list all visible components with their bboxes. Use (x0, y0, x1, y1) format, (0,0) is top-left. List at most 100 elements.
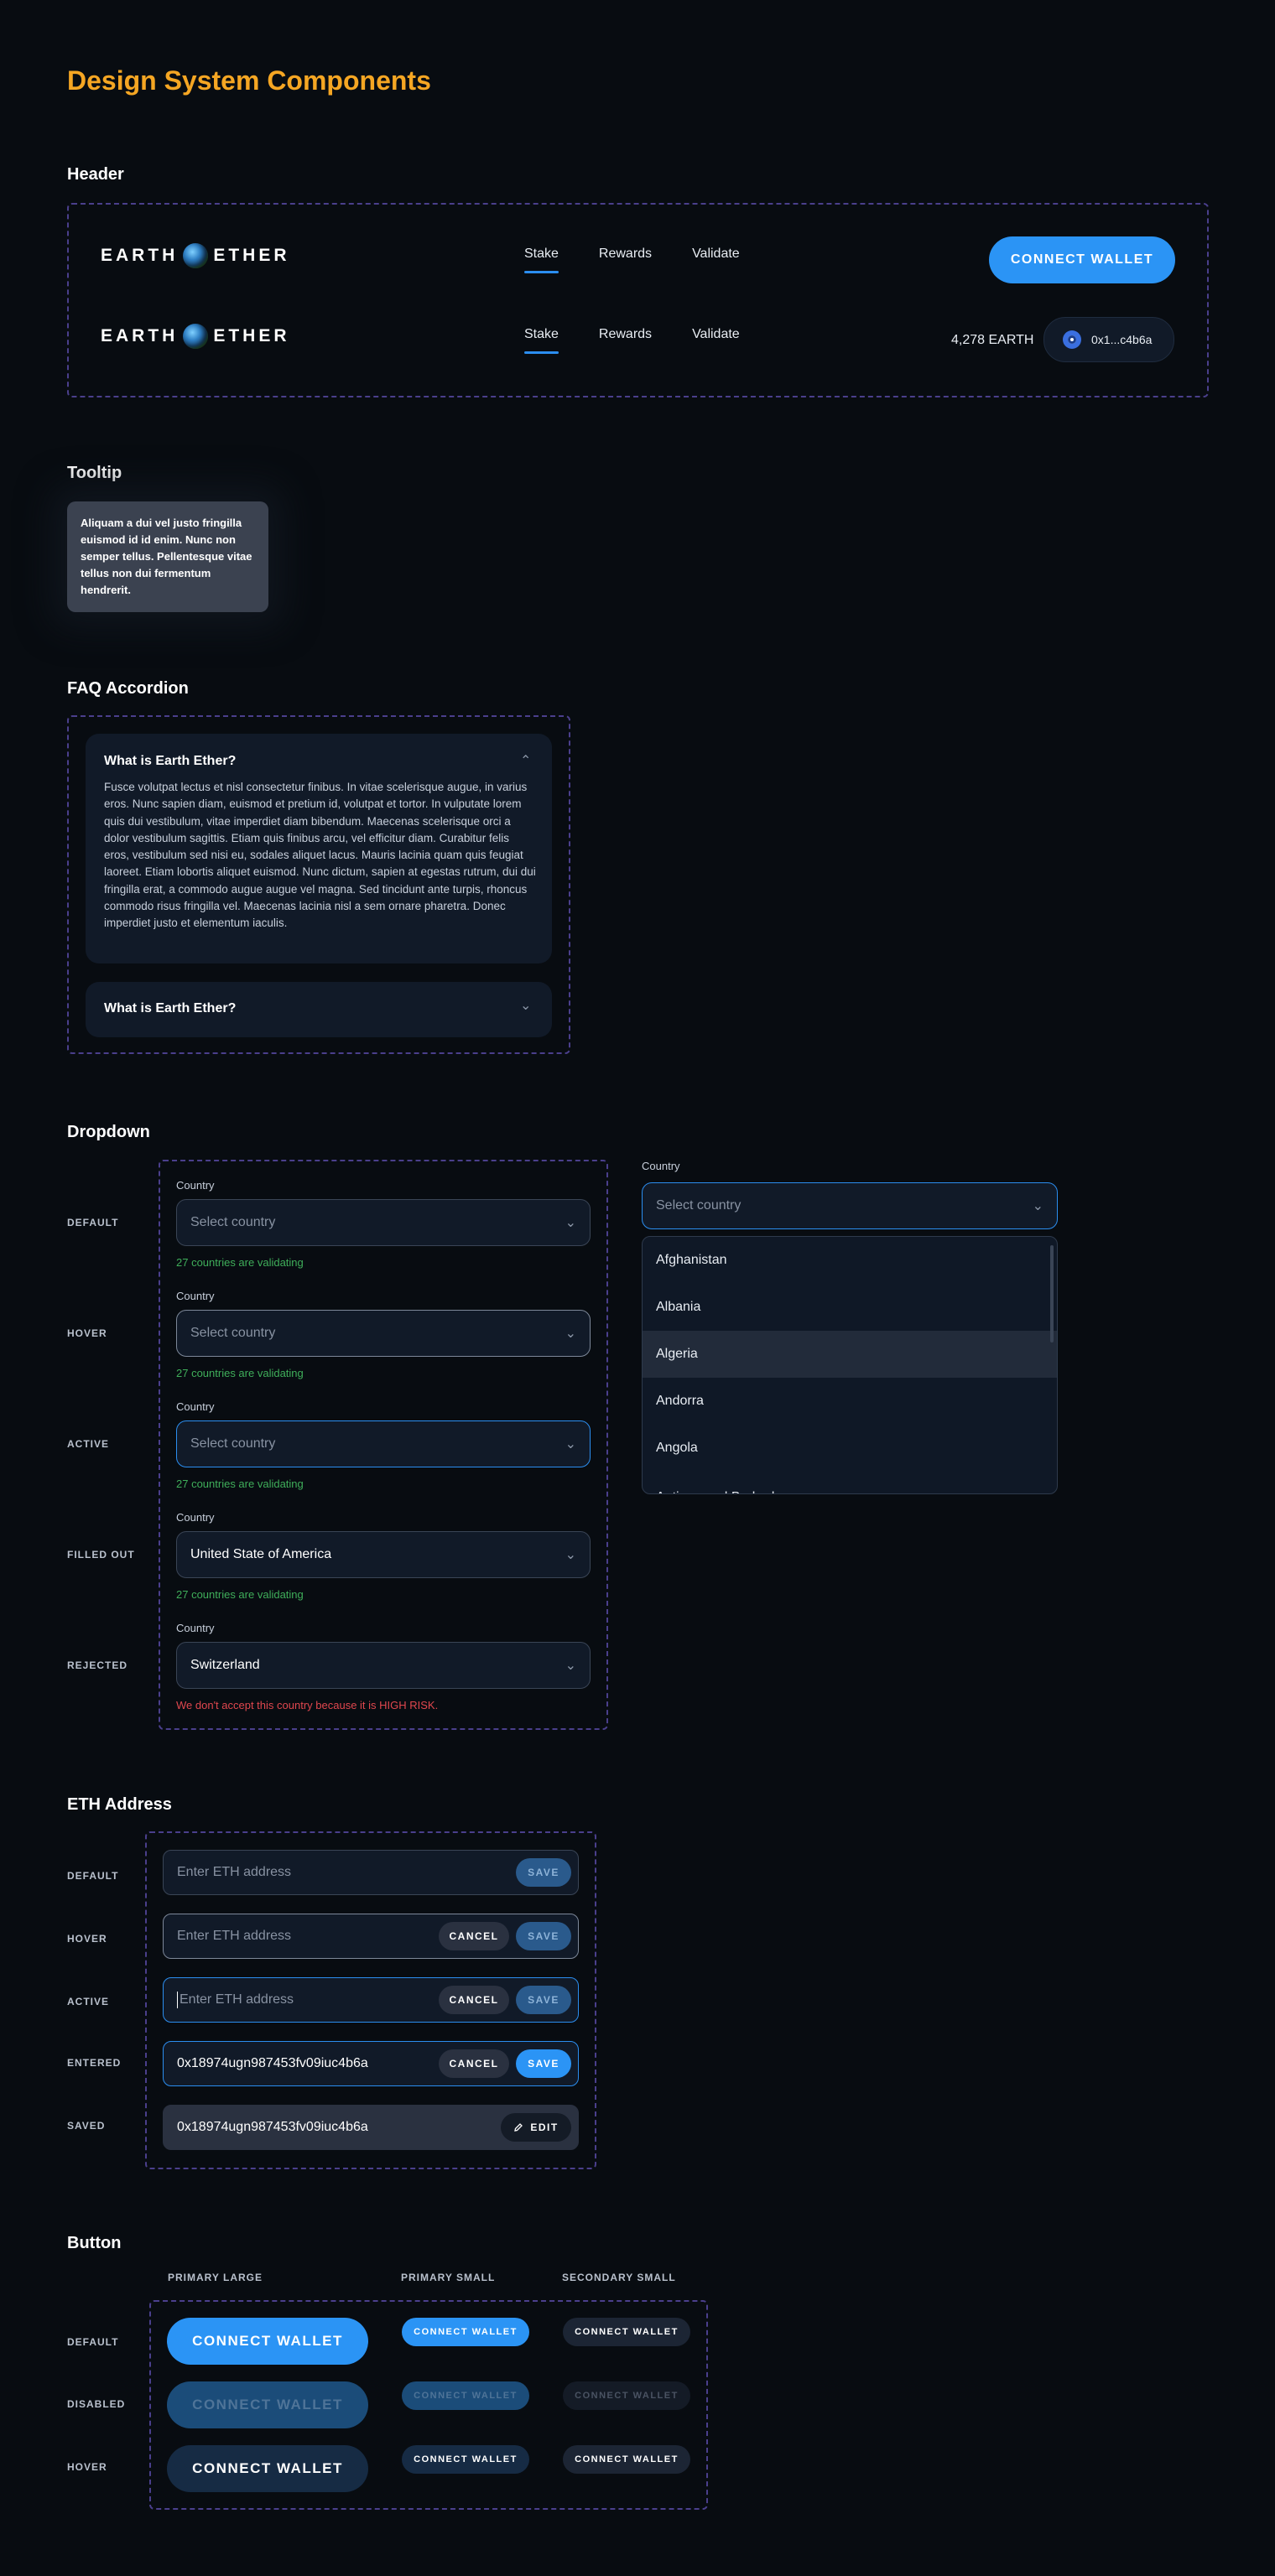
country-select-rejected[interactable]: Switzerland ⌄ (176, 1642, 591, 1689)
edit-label: EDIT (530, 2122, 559, 2133)
option-item-highlighted[interactable]: Algeria (643, 1331, 1057, 1378)
primary-large-button[interactable]: CONNECT WALLET (167, 2318, 368, 2365)
country-select-open[interactable]: Select country ⌄ (642, 1182, 1058, 1229)
eth-input-default[interactable]: Enter ETH address SAVE (163, 1850, 579, 1895)
state-label: DEFAULT (67, 1217, 119, 1228)
state-label: REJECTED (67, 1659, 128, 1671)
select-placeholder: Select country (190, 1326, 276, 1340)
save-button[interactable]: SAVE (516, 1858, 571, 1887)
column-header: SECONDARY SMALL (562, 2272, 676, 2283)
primary-large-button-hover[interactable]: CONNECT WALLET (167, 2445, 368, 2492)
primary-small-button-hover[interactable]: CONNECT WALLET (402, 2445, 529, 2474)
cancel-button[interactable]: CANCEL (439, 2049, 509, 2078)
balance-text: 4,278 EARTH (951, 333, 1034, 347)
country-select-hover[interactable]: Select country ⌄ (176, 1310, 591, 1357)
faq-question[interactable]: What is Earth Ether? (104, 1001, 236, 1016)
option-item[interactable]: Angola (643, 1425, 1057, 1472)
eth-demo-frame: Enter ETH address SAVE Enter ETH address… (145, 1831, 596, 2169)
helper-text: 27 countries are validating (176, 1588, 304, 1601)
state-label: FILLED OUT (67, 1549, 135, 1561)
state-label: ACTIVE (67, 1438, 110, 1450)
primary-large-button-disabled: CONNECT WALLET (167, 2381, 368, 2428)
button-demo-frame: CONNECT WALLET CONNECT WALLET CONNECT WA… (149, 2300, 708, 2510)
main-nav: Stake Rewards Validate (524, 247, 740, 273)
nav-item-stake[interactable]: Stake (524, 327, 559, 354)
field-label: Country (176, 1400, 215, 1413)
select-value: United State of America (190, 1547, 332, 1561)
country-options-list: Afghanistan Albania Algeria Andorra Ango… (642, 1236, 1058, 1494)
chevron-down-icon: ⌄ (565, 1659, 576, 1673)
chevron-down-icon[interactable]: ⌄ (520, 997, 531, 1014)
state-label: HOVER (67, 1327, 107, 1339)
secondary-small-button[interactable]: CONNECT WALLET (563, 2318, 690, 2346)
save-button[interactable]: SAVE (516, 1922, 571, 1950)
field-label: Country (176, 1622, 215, 1634)
header-demo-frame: EARTH ETHER Stake Rewards Validate CONNE… (67, 203, 1209, 397)
option-item[interactable]: Afghanistan (643, 1237, 1057, 1284)
globe-icon (183, 243, 209, 268)
secondary-small-button-hover[interactable]: CONNECT WALLET (563, 2445, 690, 2474)
faq-answer: Fusce volutpat lectus et nisl consectetu… (104, 781, 536, 930)
select-placeholder: Select country (190, 1436, 276, 1451)
country-select-default[interactable]: Select country ⌄ (176, 1199, 591, 1246)
nav-item-rewards[interactable]: Rewards (599, 247, 652, 268)
scrollbar[interactable] (1050, 1245, 1054, 1343)
page-title: Design System Components (67, 65, 431, 96)
faq-item-collapsed[interactable]: What is Earth Ether? ⌄ (86, 982, 552, 1037)
eth-input-active[interactable]: Enter ETH address CANCEL SAVE (163, 1977, 579, 2023)
nav-item-validate[interactable]: Validate (692, 247, 740, 268)
nav-item-stake[interactable]: Stake (524, 247, 559, 273)
logo[interactable]: EARTH ETHER (101, 243, 290, 268)
logo-text-right: ETHER (213, 246, 290, 265)
chevron-down-icon: ⌄ (565, 1327, 576, 1341)
save-button[interactable]: SAVE (516, 1986, 571, 2014)
error-text: We don't accept this country because it … (176, 1699, 439, 1711)
logo-text-right: ETHER (213, 326, 290, 345)
eth-address-value: 0x18974ugn987453fv09iuc4b6a (177, 2056, 368, 2070)
column-header: PRIMARY LARGE (168, 2272, 263, 2283)
select-value: Switzerland (190, 1658, 260, 1672)
state-label: ACTIVE (67, 1996, 110, 2007)
eth-input-entered[interactable]: 0x18974ugn987453fv09iuc4b6a CANCEL SAVE (163, 2041, 579, 2086)
primary-small-button[interactable]: CONNECT WALLET (402, 2318, 529, 2346)
connect-wallet-button[interactable]: CONNECT WALLET (989, 236, 1175, 283)
section-title-tooltip: Tooltip (67, 464, 122, 482)
option-item[interactable]: Andorra (643, 1378, 1057, 1425)
option-item[interactable]: Antigua and Barbuda (643, 1472, 1057, 1493)
eth-input-hover[interactable]: Enter ETH address CANCEL SAVE (163, 1914, 579, 1959)
faq-question[interactable]: What is Earth Ether? (104, 754, 236, 769)
section-title-eth: ETH Address (67, 1795, 172, 1814)
save-button[interactable]: SAVE (516, 2049, 571, 2078)
logo[interactable]: EARTH ETHER (101, 324, 290, 349)
chevron-up-icon[interactable]: ⌃ (520, 752, 531, 769)
chevron-down-icon: ⌄ (565, 1548, 576, 1562)
field-label: Country (176, 1511, 215, 1524)
country-select-active[interactable]: Select country ⌄ (176, 1420, 591, 1467)
text-caret (177, 1992, 178, 2008)
state-label: HOVER (67, 1933, 107, 1945)
column-header: PRIMARY SMALL (401, 2272, 496, 2283)
main-nav: Stake Rewards Validate (524, 327, 740, 354)
country-select-filled[interactable]: United State of America ⌄ (176, 1531, 591, 1578)
field-label: Country (176, 1290, 215, 1302)
globe-icon (183, 324, 209, 349)
field-label: Country (176, 1179, 215, 1192)
state-label: HOVER (67, 2461, 107, 2473)
cancel-button[interactable]: CANCEL (439, 1922, 509, 1950)
nav-item-validate[interactable]: Validate (692, 327, 740, 349)
section-title-faq: FAQ Accordion (67, 679, 189, 698)
chevron-down-icon: ⌄ (565, 1216, 576, 1230)
logo-text-left: EARTH (101, 246, 179, 265)
wallet-address-chip[interactable]: 0x1...c4b6a (1043, 317, 1174, 362)
chevron-down-icon: ⌄ (1032, 1199, 1043, 1213)
eth-placeholder: Enter ETH address (177, 1929, 292, 1943)
nav-item-rewards[interactable]: Rewards (599, 327, 652, 349)
edit-button[interactable]: EDIT (501, 2113, 571, 2142)
logo-text-left: EARTH (101, 326, 179, 345)
option-item[interactable]: Albania (643, 1284, 1057, 1331)
section-title-dropdown: Dropdown (67, 1123, 150, 1141)
eth-placeholder: Enter ETH address (177, 1865, 292, 1879)
select-placeholder: Select country (656, 1198, 742, 1213)
primary-small-button-disabled: CONNECT WALLET (402, 2381, 529, 2410)
cancel-button[interactable]: CANCEL (439, 1986, 509, 2014)
